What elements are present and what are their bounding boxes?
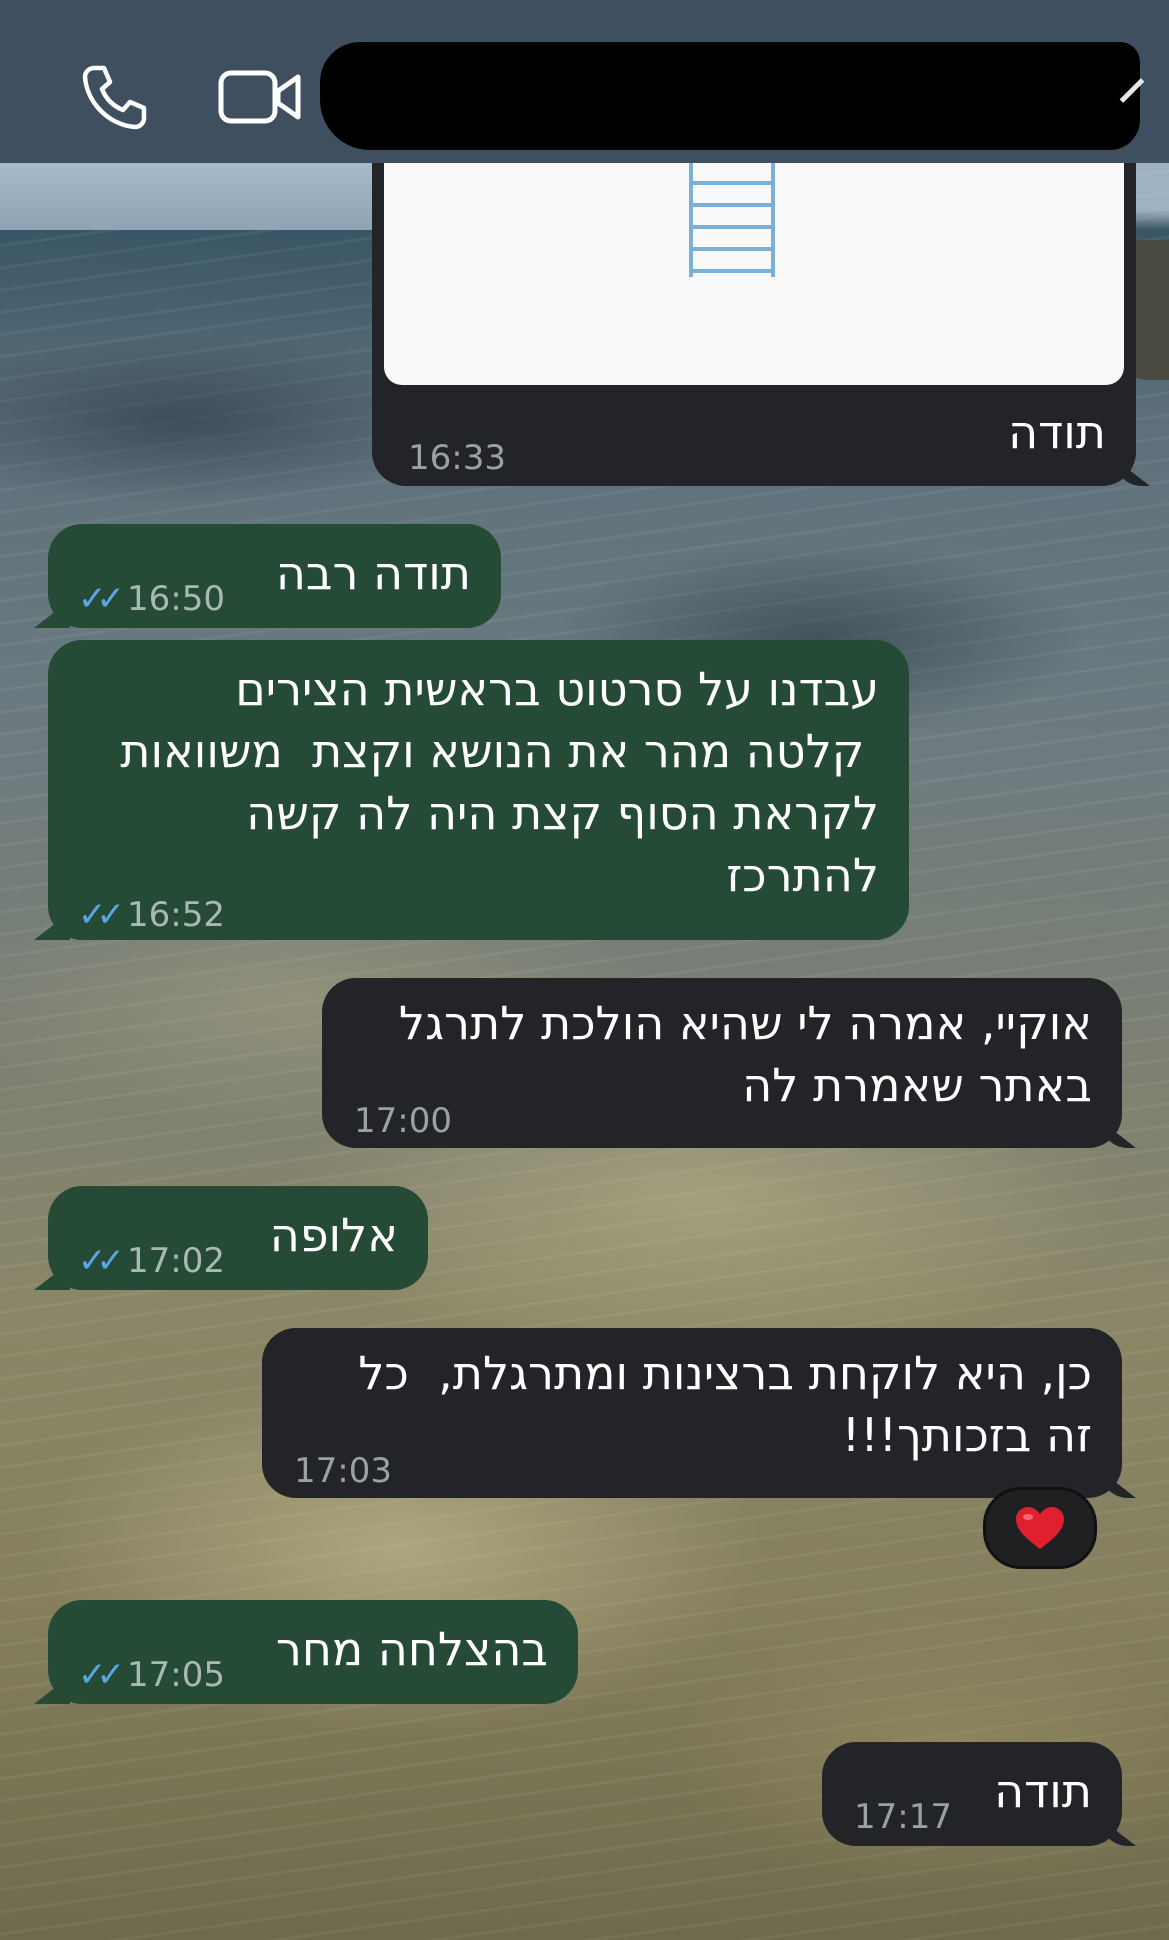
message-text: תודה: [1008, 405, 1106, 459]
video-camera-icon: [218, 70, 301, 124]
heart-reaction[interactable]: [983, 1487, 1097, 1569]
message-bubble-outgoing[interactable]: בהצלחה מחר ✓✓ 17:05: [48, 1600, 578, 1704]
read-receipt-icon: ✓✓: [78, 1655, 125, 1695]
message-text: בהצלחה מחר: [275, 1622, 548, 1676]
message-time: ✓✓ 17:05: [78, 1655, 225, 1695]
message-bubble-outgoing[interactable]: אלופה ✓✓ 17:02: [48, 1186, 428, 1290]
message-text: תודה רבה: [275, 546, 471, 600]
message-time: 17:03: [294, 1451, 392, 1491]
message-time: ✓✓ 17:02: [78, 1241, 225, 1281]
redacted-contact-name[interactable]: [320, 42, 1140, 150]
message-bubble-outgoing[interactable]: עבדנו על סרטוט בראשית הצירים קלטה מהר את…: [48, 640, 909, 940]
message-time: 17:17: [854, 1797, 952, 1837]
message-bubble-incoming[interactable]: כן, היא לוקחת ברצינות ומתרגלת, כל זה בזכ…: [262, 1328, 1122, 1498]
read-receipt-icon: ✓✓: [78, 579, 125, 619]
message-time: 16:33: [408, 438, 506, 478]
attached-image[interactable]: [384, 163, 1124, 385]
message-time: ✓✓ 16:50: [78, 579, 225, 619]
wallpaper-sky: [0, 160, 400, 230]
message-text: כן, היא לוקחת ברצינות ומתרגלת, כל זה בזכ…: [358, 1346, 1092, 1462]
message-text: תודה: [994, 1764, 1092, 1818]
heart-icon: [1016, 1507, 1064, 1549]
message-text: עבדנו על סרטוט בראשית הצירים קלטה מהר את…: [120, 662, 879, 902]
video-call-button[interactable]: [215, 52, 305, 142]
message-bubble-incoming[interactable]: תודה 16:33: [372, 163, 1136, 486]
read-receipt-icon: ✓✓: [78, 895, 125, 935]
message-bubble-outgoing[interactable]: תודה רבה ✓✓ 16:50: [48, 524, 501, 628]
message-text: אלופה: [269, 1208, 398, 1262]
chat-header: [0, 0, 1169, 163]
message-bubble-incoming[interactable]: תודה 17:17: [822, 1742, 1122, 1846]
phone-icon: [82, 65, 147, 130]
voice-call-button[interactable]: [70, 52, 160, 142]
message-time: ✓✓ 16:52: [78, 895, 225, 935]
message-time: 17:00: [354, 1101, 452, 1141]
ladder-drawing: [689, 163, 775, 277]
read-receipt-icon: ✓✓: [78, 1241, 125, 1281]
message-bubble-incoming[interactable]: אוקיי, אמרה לי שהיא הולכת לתרגל באתר שאמ…: [322, 978, 1122, 1148]
message-text: אוקיי, אמרה לי שהיא הולכת לתרגל באתר שאמ…: [398, 996, 1092, 1112]
